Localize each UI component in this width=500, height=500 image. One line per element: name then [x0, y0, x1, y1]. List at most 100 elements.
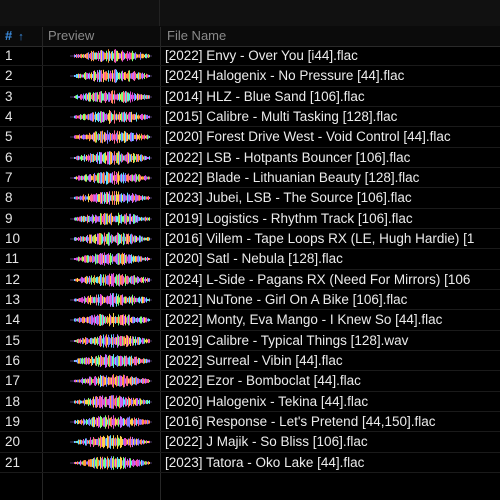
waveform-bar — [125, 378, 126, 384]
waveform-bar — [98, 294, 99, 306]
column-header-file-name[interactable]: File Name — [167, 26, 497, 46]
waveform-bar — [114, 236, 115, 242]
table-row[interactable]: 8 [2023] Jubei, LSB - The Source [106].fl… — [0, 188, 500, 209]
waveform-preview[interactable] — [70, 212, 152, 226]
table-row[interactable]: 6 [2022] LSB - Hotpants Bouncer [106].fla… — [0, 148, 500, 168]
waveform-preview[interactable] — [70, 89, 152, 104]
table-row[interactable]: 12 [2024] L-Side - Pagans RX (Need For Mi… — [0, 270, 500, 290]
table-row[interactable]: 3 [2014] HLZ - Blue Sand [106].flac — [0, 87, 500, 107]
table-row[interactable]: 21 [2023] Tatora - Oko Lake [44].flac — [0, 453, 500, 473]
table-row[interactable]: 1 [2022] Envy - Over You [i44].flac — [0, 46, 500, 67]
waveform-bar — [138, 114, 139, 120]
waveform-bar — [134, 214, 135, 224]
waveform-bar — [97, 254, 98, 264]
waveform-bar — [83, 316, 84, 324]
table-row[interactable]: 4 [2015] Calibre - Multi Tasking [128].fl… — [0, 107, 500, 128]
column-header-number[interactable]: # ↑ — [5, 26, 41, 46]
waveform-bar — [83, 298, 84, 302]
waveform-bar — [143, 135, 144, 140]
waveform-bar — [112, 375, 113, 388]
waveform-bar — [104, 132, 105, 143]
waveform-bar — [101, 457, 102, 468]
waveform-bar — [147, 277, 148, 282]
table-row[interactable]: 11 [2020] Satl - Nebula [128].flac — [0, 249, 500, 270]
waveform-bar — [144, 379, 145, 384]
waveform-bar — [146, 237, 147, 241]
waveform-bar — [105, 194, 106, 203]
waveform-bar — [135, 460, 136, 465]
waveform-bar — [141, 93, 142, 100]
waveform-preview[interactable] — [70, 415, 152, 429]
waveform-bar — [88, 135, 89, 140]
waveform-preview[interactable] — [70, 69, 152, 84]
table-row[interactable]: 20 [2022] J Majik - So Bliss [106].flac — [0, 432, 500, 453]
table-row[interactable]: 13 [2021] NuTone - Girl On A Bike [106].f… — [0, 290, 500, 311]
waveform-preview[interactable] — [70, 272, 152, 287]
waveform-bar — [117, 418, 118, 426]
waveform-bar — [107, 357, 108, 365]
table-row[interactable]: 5 [2020] Forest Drive West - Void Control… — [0, 127, 500, 148]
waveform-preview[interactable] — [70, 171, 152, 185]
track-number: 3 — [5, 88, 13, 104]
waveform-preview[interactable] — [70, 191, 152, 206]
waveform-bar — [93, 91, 94, 102]
table-row[interactable]: 18 [2020] Halogenix - Tekina [44].flac — [0, 392, 500, 412]
waveform-preview[interactable] — [70, 313, 152, 328]
waveform-bar — [90, 216, 91, 221]
table-row[interactable]: 15 [2019] Calibre - Typical Things [128].… — [0, 331, 500, 351]
waveform-preview[interactable] — [70, 292, 152, 307]
waveform-bar — [118, 191, 119, 205]
waveform-bar — [131, 216, 132, 221]
table-row[interactable]: 10 [2016] Villem - Tape Loops RX (LE, Hug… — [0, 229, 500, 250]
table-row[interactable]: 2 [2024] Halogenix - No Pressure [44].fla… — [0, 66, 500, 87]
table-row[interactable]: 9 [2019] Logistics - Rhythm Track [106].f… — [0, 209, 500, 229]
table-row[interactable]: 7 [2022] Blade - Lithuanian Beauty [128].… — [0, 168, 500, 189]
waveform-bar — [124, 111, 125, 123]
waveform-bar — [113, 53, 114, 59]
waveform-bar — [90, 234, 91, 244]
waveform-bar — [129, 337, 130, 344]
waveform-preview[interactable] — [70, 455, 152, 470]
waveform-preview[interactable] — [70, 49, 152, 63]
waveform-bar — [135, 194, 136, 203]
waveform-preview[interactable] — [70, 354, 152, 368]
waveform-bar — [78, 256, 79, 262]
waveform-preview[interactable] — [70, 252, 152, 266]
waveform-bar — [82, 256, 83, 262]
waveform-bar — [108, 172, 109, 184]
waveform-bar — [120, 375, 121, 387]
track-number: 11 — [5, 251, 20, 267]
waveform-bar — [93, 396, 94, 407]
waveform-preview[interactable] — [70, 374, 152, 389]
waveform-bar — [135, 277, 136, 283]
waveform-bar — [133, 439, 134, 446]
waveform-preview[interactable] — [70, 435, 152, 450]
column-header-preview[interactable]: Preview — [48, 26, 158, 46]
table-row[interactable]: 17 [2022] Ezor - Bomboclat [44].flac — [0, 371, 500, 392]
waveform-bar — [102, 357, 103, 365]
waveform-preview[interactable] — [70, 130, 152, 144]
waveform-bar — [91, 256, 92, 263]
waveform-preview[interactable] — [70, 150, 152, 165]
waveform-preview[interactable] — [70, 110, 152, 124]
waveform-bar — [138, 357, 139, 365]
waveform-bar — [112, 394, 113, 409]
table-row[interactable]: 19 [2016] Response - Let's Pretend [44,15… — [0, 412, 500, 433]
waveform-bar — [107, 378, 108, 385]
waveform-bar — [137, 298, 138, 302]
table-row[interactable]: 14 [2022] Monty, Eva Mango - I Knew So [4… — [0, 310, 500, 331]
sort-ascending-icon[interactable]: ↑ — [18, 31, 24, 43]
waveform-preview[interactable] — [70, 394, 152, 409]
waveform-bar — [148, 176, 149, 180]
waveform-preview[interactable] — [70, 232, 152, 246]
waveform-bar — [113, 195, 114, 201]
waveform-bar — [146, 74, 147, 79]
waveform-bar — [123, 275, 124, 284]
waveform-bar — [105, 457, 106, 468]
waveform-bar — [76, 53, 77, 59]
table-row[interactable]: 16 [2022] Surreal - Vibin [44].flac — [0, 351, 500, 372]
waveform-bar — [131, 397, 132, 406]
waveform-preview[interactable] — [70, 333, 152, 348]
waveform-bar — [141, 439, 142, 446]
waveform-bar — [115, 114, 116, 120]
